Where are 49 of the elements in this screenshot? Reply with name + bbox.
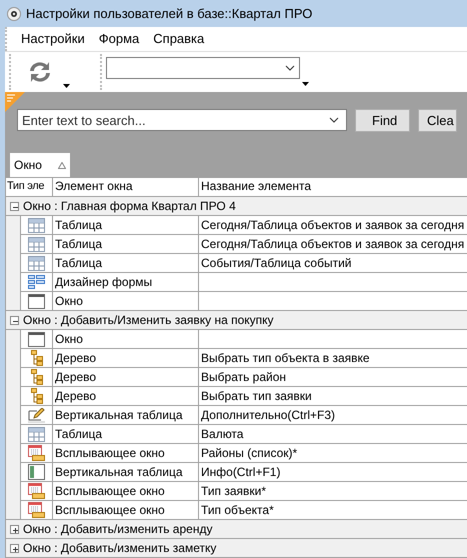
table-cell: Вертикальная таблица (52, 462, 199, 482)
collapse-icon[interactable] (10, 316, 19, 324)
table-cell: Таблица (52, 234, 199, 254)
window-icon (28, 332, 45, 346)
table-cell: Дерево (52, 348, 199, 368)
grid-icon (28, 236, 45, 252)
table-cell: Всплывающее окно (52, 482, 199, 500)
caret-icon (63, 84, 70, 88)
refresh-icon (27, 60, 53, 84)
tree-icon (30, 388, 42, 404)
gear-icon (7, 6, 21, 21)
tree-icon (30, 369, 42, 385)
group-row[interactable]: Окно : Добавить/изменить аренду (6, 520, 467, 538)
table-cell: Дизайнер формы (52, 272, 199, 292)
expand-icon[interactable] (10, 524, 19, 534)
menu-item[interactable]: Справка (153, 29, 204, 49)
pencil-icon (28, 408, 45, 422)
window-title: Настройки пользователей в базе::Квартал ПРО (26, 4, 312, 23)
search-field[interactable]: Enter text to search... (17, 109, 347, 132)
chevron-icon (285, 65, 295, 71)
grid-icon (28, 218, 45, 232)
expand-icon[interactable] (10, 544, 19, 552)
table-cell: Таблица (52, 254, 199, 272)
window-icon (28, 294, 45, 308)
sort-icon (58, 162, 66, 169)
search-button[interactable]: Clea (418, 109, 457, 132)
layout-icon (28, 274, 45, 290)
menu-item[interactable]: Настройки (21, 29, 85, 49)
menu-item[interactable]: Форма (98, 29, 140, 49)
collapse-icon[interactable] (10, 202, 19, 210)
table-cell: Вертикальная таблица (52, 406, 199, 424)
table-cell: Дерево (52, 386, 199, 406)
chevron-icon (329, 117, 339, 124)
search-button[interactable]: Find (355, 109, 410, 132)
grid-icon (28, 426, 45, 442)
group-row[interactable]: Окно : Добавить/изменить заметку (6, 538, 467, 558)
table-cell: Дерево (52, 368, 199, 386)
table-cell: Таблица (52, 216, 199, 234)
tree-icon (30, 350, 42, 366)
grid-icon (28, 256, 45, 270)
table-cell: Всплывающее окно (52, 444, 199, 462)
caret-icon (302, 82, 309, 86)
table-cell: Окно (52, 330, 199, 348)
vertical-table-icon (28, 464, 45, 480)
toolbar-combo[interactable] (106, 57, 300, 79)
table-cell: Таблица (52, 424, 199, 444)
group-by-chip[interactable]: Окно (10, 153, 70, 178)
group-row[interactable]: Окно : Главная форма Квартал ПРО 4 (6, 196, 467, 216)
group-row[interactable]: Окно : Добавить/Изменить заявку на покупку (6, 310, 467, 330)
